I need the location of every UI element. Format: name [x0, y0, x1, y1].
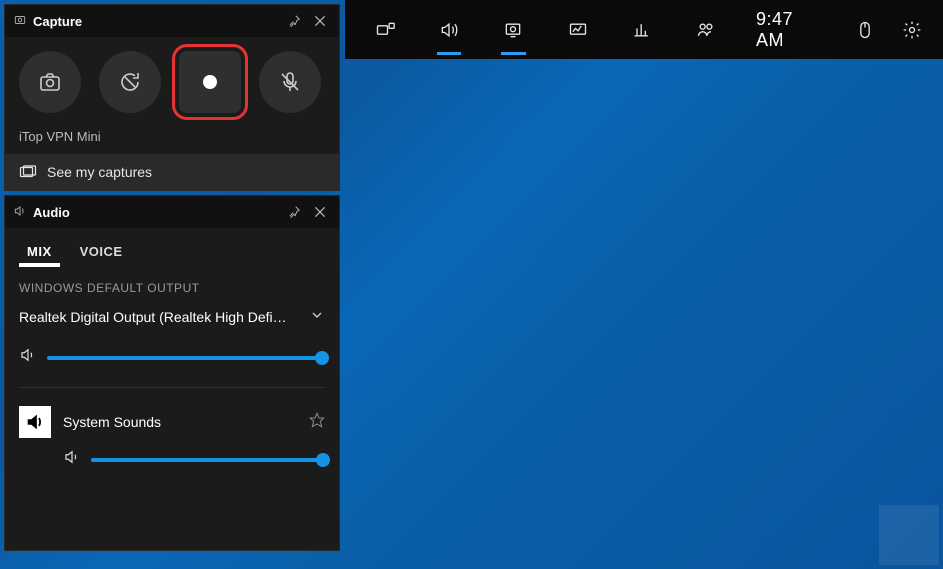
volume-icon: [63, 448, 81, 471]
audio-header-icon: [13, 204, 27, 221]
audio-icon: [439, 20, 459, 40]
app-volume-slider[interactable]: [91, 458, 325, 462]
capture-panel-header: Capture: [5, 5, 339, 37]
capture-header-icon: [13, 13, 27, 30]
tab-voice[interactable]: VOICE: [78, 238, 125, 267]
camera-icon: [38, 70, 62, 94]
microphone-button[interactable]: [259, 51, 321, 113]
audio-widget-button[interactable]: [417, 0, 481, 59]
output-section-label: WINDOWS DEFAULT OUTPUT: [5, 267, 339, 303]
audio-panel-header: Audio: [5, 196, 339, 228]
record-last-icon: [118, 70, 142, 94]
divider: [19, 387, 325, 388]
resources-widget-button[interactable]: [610, 0, 674, 59]
screenshot-button[interactable]: [19, 51, 81, 113]
widgets-button[interactable]: [353, 0, 417, 59]
capture-subtitle: iTop VPN Mini: [5, 125, 339, 154]
output-device-name: Realtek Digital Output (Realtek High Def…: [19, 309, 309, 325]
audio-pin-button[interactable]: [281, 199, 307, 225]
desktop-corner-highlight: [879, 505, 939, 565]
capture-buttons-row: [5, 37, 339, 125]
gamebar-toolbar: 9:47 AM: [345, 0, 943, 59]
volume-icon: [19, 346, 37, 369]
resources-icon: [632, 20, 652, 40]
settings-button[interactable]: [888, 0, 935, 59]
close-icon: [312, 13, 328, 29]
favorite-app-button[interactable]: [309, 412, 325, 433]
master-volume-row: [5, 330, 339, 379]
capture-widget-button[interactable]: [481, 0, 545, 59]
pin-icon: [287, 14, 301, 28]
capture-icon: [503, 20, 523, 40]
app-volume-row: System Sounds: [5, 402, 339, 440]
widgets-icon: [375, 20, 395, 40]
output-device-dropdown[interactable]: Realtek Digital Output (Realtek High Def…: [5, 303, 339, 330]
close-icon: [312, 204, 328, 220]
gallery-icon: [19, 165, 37, 179]
settings-icon: [902, 20, 922, 40]
capture-pin-button[interactable]: [281, 8, 307, 34]
star-icon: [309, 412, 325, 428]
mouse-settings-button[interactable]: [842, 0, 889, 59]
pin-icon: [287, 205, 301, 219]
tab-mix[interactable]: MIX: [25, 238, 54, 267]
see-my-captures-button[interactable]: See my captures: [5, 154, 339, 190]
performance-widget-button[interactable]: [546, 0, 610, 59]
see-my-captures-label: See my captures: [47, 164, 152, 180]
app-volume-slider-row: [5, 440, 339, 495]
audio-title: Audio: [33, 205, 70, 220]
audio-close-button[interactable]: [307, 199, 333, 225]
slider-thumb[interactable]: [316, 453, 330, 467]
slider-thumb[interactable]: [315, 351, 329, 365]
panels-column: Capture iTop VPN Mini: [4, 4, 340, 555]
start-recording-button[interactable]: [179, 51, 241, 113]
xbox-social-icon: [696, 20, 716, 40]
clock: 9:47 AM: [738, 9, 842, 51]
microphone-muted-icon: [278, 70, 302, 94]
performance-icon: [568, 20, 588, 40]
audio-panel: Audio MIX VOICE WINDOWS DEFAULT OUTPUT R…: [4, 195, 340, 551]
capture-close-button[interactable]: [307, 8, 333, 34]
xbox-social-button[interactable]: [674, 0, 738, 59]
master-volume-slider[interactable]: [47, 356, 325, 360]
app-name-label: System Sounds: [63, 414, 297, 430]
record-icon: [203, 75, 217, 89]
capture-panel: Capture iTop VPN Mini: [4, 4, 340, 191]
record-last-button[interactable]: [99, 51, 161, 113]
audio-tabs: MIX VOICE: [5, 228, 339, 267]
capture-title: Capture: [33, 14, 82, 29]
mouse-icon: [855, 20, 875, 40]
chevron-down-icon: [309, 307, 325, 326]
system-sounds-icon: [19, 406, 51, 438]
